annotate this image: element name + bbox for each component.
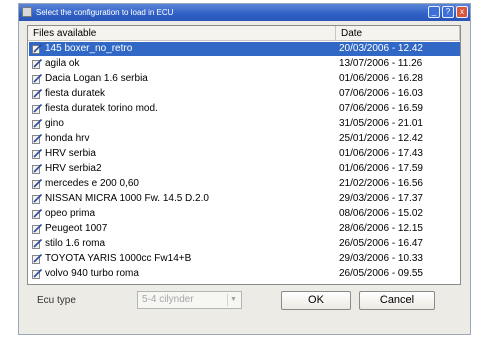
file-pencil-icon <box>32 44 42 54</box>
list-item[interactable]: TOYOTA YARIS 1000cc Fw14+B 29/03/2006 - 1… <box>29 252 460 266</box>
list-item[interactable]: fiesta duratek 07/06/2006 - 16.03 <box>29 87 460 101</box>
minimize-button[interactable]: _ <box>428 6 440 18</box>
file-name: NISSAN MICRA 1000 Fw. 14.5 D.2.0 <box>45 193 209 204</box>
file-date: 28/06/2006 - 12.15 <box>339 223 423 234</box>
ecu-type-value: 5-4 cilynder <box>142 294 194 305</box>
file-date: 31/05/2006 - 21.01 <box>339 118 423 129</box>
window-title: Select the configuration to load in ECU <box>36 8 174 17</box>
file-pencil-icon <box>32 59 42 69</box>
file-pencil-icon <box>32 224 42 234</box>
ecu-type-select[interactable]: 5-4 cilynder ▼ <box>137 291 242 309</box>
cancel-button[interactable]: Cancel <box>359 291 435 310</box>
file-date: 07/06/2006 - 16.03 <box>339 88 423 99</box>
file-pencil-icon <box>32 209 42 219</box>
file-date: 01/06/2006 - 17.43 <box>339 148 423 159</box>
file-name: stilo 1.6 roma <box>45 238 106 249</box>
file-name: mercedes e 200 0,60 <box>45 178 139 189</box>
ok-button[interactable]: OK <box>281 291 351 310</box>
file-pencil-icon <box>32 179 42 189</box>
list-item[interactable]: volvo 940 turbo roma 26/05/2006 - 09.55 <box>29 267 460 281</box>
file-name: gino <box>45 118 64 129</box>
file-name: Dacia Logan 1.6 serbia <box>45 73 148 84</box>
title-bar[interactable]: Select the configuration to load in ECU … <box>19 4 470 21</box>
file-pencil-icon <box>32 164 42 174</box>
file-name: HRV serbia <box>45 148 96 159</box>
file-date: 01/06/2006 - 17.59 <box>339 163 423 174</box>
file-name: opeo prima <box>45 208 96 219</box>
close-button[interactable]: x <box>456 6 468 18</box>
list-item[interactable]: Peugeot 1007 28/06/2006 - 12.15 <box>29 222 460 236</box>
list-item[interactable]: 145 boxer_no_retro 20/03/2006 - 12.42 <box>29 42 460 56</box>
column-header-date[interactable]: Date <box>336 26 460 41</box>
files-list[interactable]: Files available Date 145 boxer_no_retro 2… <box>27 25 461 285</box>
list-item[interactable]: honda hrv 25/01/2006 - 12.42 <box>29 132 460 146</box>
file-pencil-icon <box>32 119 42 129</box>
file-name: agila ok <box>45 58 80 69</box>
help-button[interactable]: ? <box>442 6 454 18</box>
file-pencil-icon <box>32 254 42 264</box>
file-date: 20/03/2006 - 12.42 <box>339 43 423 54</box>
file-date: 29/03/2006 - 10.33 <box>339 253 423 264</box>
list-item[interactable]: agila ok 13/07/2006 - 11.26 <box>29 57 460 71</box>
list-item[interactable]: opeo prima 08/06/2006 - 15.02 <box>29 207 460 221</box>
chevron-down-icon[interactable]: ▼ <box>227 294 239 306</box>
list-item[interactable]: HRV serbia2 01/06/2006 - 17.59 <box>29 162 460 176</box>
list-item[interactable]: NISSAN MICRA 1000 Fw. 14.5 D.2.0 29/03/20… <box>29 192 460 206</box>
list-item[interactable]: Dacia Logan 1.6 serbia 01/06/2006 - 16.28 <box>29 72 460 86</box>
file-date: 25/01/2006 - 12.42 <box>339 133 423 144</box>
list-item[interactable]: HRV serbia 01/06/2006 - 17.43 <box>29 147 460 161</box>
file-name: volvo 940 turbo roma <box>45 268 139 279</box>
file-date: 01/06/2006 - 16.28 <box>339 73 423 84</box>
file-date: 26/05/2006 - 16.47 <box>339 238 423 249</box>
file-date: 21/02/2006 - 16.56 <box>339 178 423 189</box>
file-pencil-icon <box>32 89 42 99</box>
list-item[interactable]: gino 31/05/2006 - 21.01 <box>29 117 460 131</box>
file-pencil-icon <box>32 134 42 144</box>
file-date: 13/07/2006 - 11.26 <box>339 58 423 69</box>
file-date: 29/03/2006 - 17.37 <box>339 193 423 204</box>
config-dialog: Select the configuration to load in ECU … <box>18 3 471 335</box>
file-name: HRV serbia2 <box>45 163 102 174</box>
file-name: honda hrv <box>45 133 90 144</box>
file-name: 145 boxer_no_retro <box>45 43 133 54</box>
ecu-type-label: Ecu type <box>37 295 76 306</box>
file-name: TOYOTA YARIS 1000cc Fw14+B <box>45 253 192 264</box>
file-pencil-icon <box>32 104 42 114</box>
list-item[interactable]: stilo 1.6 roma 26/05/2006 - 16.47 <box>29 237 460 251</box>
list-item[interactable]: fiesta duratek torino mod. 07/06/2006 - 1… <box>29 102 460 116</box>
app-icon <box>22 7 32 17</box>
file-pencil-icon <box>32 269 42 279</box>
file-name: fiesta duratek torino mod. <box>45 103 158 114</box>
file-pencil-icon <box>32 149 42 159</box>
column-header-files[interactable]: Files available <box>28 26 336 41</box>
file-name: Peugeot 1007 <box>45 223 108 234</box>
file-pencil-icon <box>32 74 42 84</box>
file-date: 08/06/2006 - 15.02 <box>339 208 423 219</box>
list-item[interactable]: mercedes e 200 0,60 21/02/2006 - 16.56 <box>29 177 460 191</box>
file-name: fiesta duratek <box>45 88 106 99</box>
file-pencil-icon <box>32 194 42 204</box>
file-date: 26/05/2006 - 09.55 <box>339 268 423 279</box>
file-date: 07/06/2006 - 16.59 <box>339 103 423 114</box>
file-pencil-icon <box>32 239 42 249</box>
